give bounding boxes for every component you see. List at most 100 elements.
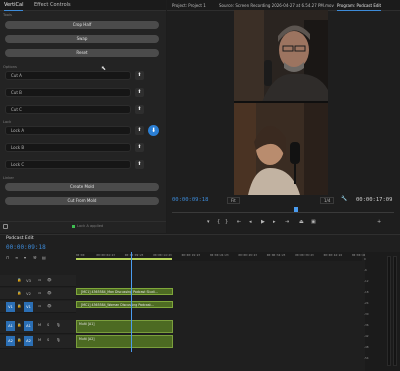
track-header-v2[interactable]: 🔒 V2 ▭ 👁 — [0, 288, 76, 300]
program-monitor: Project: Project 1 Source: Screen Record… — [167, 0, 400, 233]
cut-a-field[interactable]: Cut A — [5, 71, 131, 80]
lock-c-field[interactable]: Lock C — [5, 160, 131, 169]
program-current-timecode[interactable]: 00:00:09:18 — [172, 197, 208, 203]
track-header-a1[interactable]: A1 🔒 A1 M S 🎙 — [0, 320, 76, 334]
timeline-tools: ⊓ ∞ ▾ ⚒ ▤ — [6, 255, 72, 263]
status-text: Lock A applied — [77, 224, 104, 228]
sync-lock-icon[interactable]: ▭ — [38, 304, 41, 308]
sync-lock-icon[interactable]: ▭ — [38, 278, 41, 282]
source-patch-v1[interactable]: V1 — [6, 302, 15, 312]
tab-vertical[interactable]: VertiCal — [4, 2, 24, 11]
track-lock-icon[interactable]: 🔒 — [17, 291, 21, 295]
mark-out-icon[interactable]: } — [225, 219, 228, 225]
zoom-fit-select[interactable]: Fit — [227, 197, 240, 204]
tab-podcast-edit[interactable]: Podcast Edit — [6, 235, 34, 243]
panel-menu-icon[interactable] — [3, 224, 8, 229]
lock-a-down-button[interactable]: ⬇ — [148, 125, 159, 136]
eye-icon[interactable]: 👁 — [47, 304, 52, 308]
track-lock-icon[interactable]: 🔒 — [17, 323, 21, 327]
lock-c-up-button[interactable]: ⬆ — [135, 160, 144, 169]
monitor-playhead-icon[interactable] — [294, 207, 298, 212]
tab-effect-controls[interactable]: Effect Controls — [34, 2, 71, 9]
cut-b-field[interactable]: Cut B — [5, 88, 131, 97]
snap-icon[interactable]: ⊓ — [6, 255, 9, 260]
add-button-icon[interactable]: + — [377, 219, 381, 225]
timeline-timecode[interactable]: 00:00:09:18 — [6, 244, 46, 251]
clip-a2-label: Multi [A2] — [79, 337, 95, 341]
clip-v1-label: [MC1] 4365584_Woman Discussing Podcast..… — [81, 303, 154, 307]
track-target-v2[interactable]: V2 — [24, 289, 33, 299]
ruler-tick: 00:00:19:23 — [181, 253, 201, 257]
tab-program[interactable]: Program: Podcast Edit — [337, 2, 382, 11]
track-target-v3[interactable]: V3 — [24, 276, 33, 286]
cut-c-field[interactable]: Cut C — [5, 105, 131, 114]
clip-v2-man[interactable]: [MC1] 4365584_Man Discussing Podcast Stu… — [76, 288, 173, 295]
play-icon[interactable]: ▶ — [261, 219, 265, 225]
create-mold-button[interactable]: Create Mold — [5, 183, 159, 191]
captions-icon[interactable]: ▤ — [42, 255, 46, 260]
voiceover-mic-icon[interactable]: 🎙 — [56, 323, 61, 327]
program-video-frame — [234, 10, 328, 195]
clip-a1-label: Multi [A1] — [79, 322, 95, 326]
cut-c-up-button[interactable]: ⬆ — [135, 105, 144, 114]
tab-project[interactable]: Project: Project 1 — [172, 2, 206, 9]
cut-a-up-button[interactable]: ⬆ — [135, 71, 144, 80]
meter-scale-label: -54 — [364, 356, 369, 360]
mute-icon[interactable]: M — [38, 323, 41, 327]
lock-a-up-button[interactable]: ⬆ — [135, 126, 144, 135]
eye-icon[interactable]: 👁 — [47, 278, 52, 282]
wrench-icon[interactable]: 🔧 — [341, 196, 347, 202]
resolution-select[interactable]: 1/4 — [320, 197, 335, 204]
status-bar: Lock A applied — [0, 221, 166, 233]
lock-b-field[interactable]: Lock B — [5, 143, 131, 152]
add-marker-icon[interactable]: ▾ — [207, 219, 210, 225]
timeline-ruler[interactable]: 00:00 00:00:04:23 00:00:09:23 00:00:14:23 00… — [76, 252, 371, 261]
section-tools-label: Tools — [3, 13, 12, 17]
clip-a1-audio[interactable]: Multi [A1] — [76, 320, 173, 333]
lock-b-up-button[interactable]: ⬆ — [135, 143, 144, 152]
source-patch-a1[interactable]: A1 — [6, 321, 15, 331]
swap-button[interactable]: Swap — [5, 35, 159, 43]
step-back-icon[interactable]: ◂ — [249, 219, 252, 225]
lock-a-field[interactable]: Lock A — [5, 126, 131, 135]
section-linker-label: Linker — [3, 176, 14, 180]
voiceover-mic-icon[interactable]: 🎙 — [56, 338, 61, 342]
crop-half-button[interactable]: Crop Half — [5, 21, 159, 29]
mark-in-icon[interactable]: { — [217, 219, 220, 225]
settings-wrench-icon[interactable]: ⚒ — [33, 255, 37, 260]
track-lock-icon[interactable]: 🔒 — [17, 338, 21, 342]
monitor-scrubber[interactable] — [172, 207, 394, 213]
go-to-in-icon[interactable]: ⇤ — [237, 219, 241, 225]
reset-button[interactable]: Reset — [5, 49, 159, 57]
mute-icon[interactable]: M — [38, 338, 41, 342]
eye-icon[interactable]: 👁 — [47, 291, 52, 295]
track-lock-icon[interactable]: 🔒 — [17, 304, 21, 308]
go-to-out-icon[interactable]: ⇥ — [285, 219, 289, 225]
track-header-v3[interactable]: 🔒 V3 ▭ 👁 — [0, 275, 76, 287]
linked-selection-icon[interactable]: ∞ — [15, 255, 18, 260]
work-area-bar[interactable] — [76, 258, 172, 260]
source-patch-a2[interactable]: A2 — [6, 336, 15, 346]
solo-icon[interactable]: S — [47, 338, 49, 342]
cut-b-up-button[interactable]: ⬆ — [135, 88, 144, 97]
verticut-panel: VertiCal Effect Controls Tools Crop Half… — [0, 0, 166, 233]
lift-icon[interactable]: ⏏ — [299, 219, 304, 225]
step-forward-icon[interactable]: ▸ — [273, 219, 276, 225]
clip-a2-audio[interactable]: Multi [A2] — [76, 335, 173, 348]
track-target-a1[interactable]: A1 — [24, 321, 33, 331]
cut-from-mold-button[interactable]: Cut From Mold — [5, 197, 159, 205]
clip-v1-woman[interactable]: [MC1] 4365584_Woman Discussing Podcast..… — [76, 301, 173, 308]
marker-icon[interactable]: ▾ — [24, 255, 26, 260]
ruler-tick: 00:00:04:23 — [96, 253, 115, 257]
track-lock-icon[interactable]: 🔒 — [17, 278, 21, 282]
track-header-v1[interactable]: V1 🔒 V1 ▭ 👁 — [0, 301, 76, 313]
track-target-a2[interactable]: A2 — [24, 336, 33, 346]
track-header-a2[interactable]: A2 🔒 A2 M S 🎙 — [0, 335, 76, 349]
camera-icon[interactable]: ▣ — [311, 219, 316, 225]
solo-icon[interactable]: S — [47, 323, 49, 327]
ruler-tick: 00:00:44:22 — [323, 253, 343, 257]
sync-lock-icon[interactable]: ▭ — [38, 291, 41, 295]
timeline-playhead[interactable] — [131, 252, 132, 352]
track-target-v1[interactable]: V1 — [24, 302, 33, 312]
tab-source[interactable]: Source: Screen Recording 2026-04-27 at 6… — [219, 2, 334, 9]
